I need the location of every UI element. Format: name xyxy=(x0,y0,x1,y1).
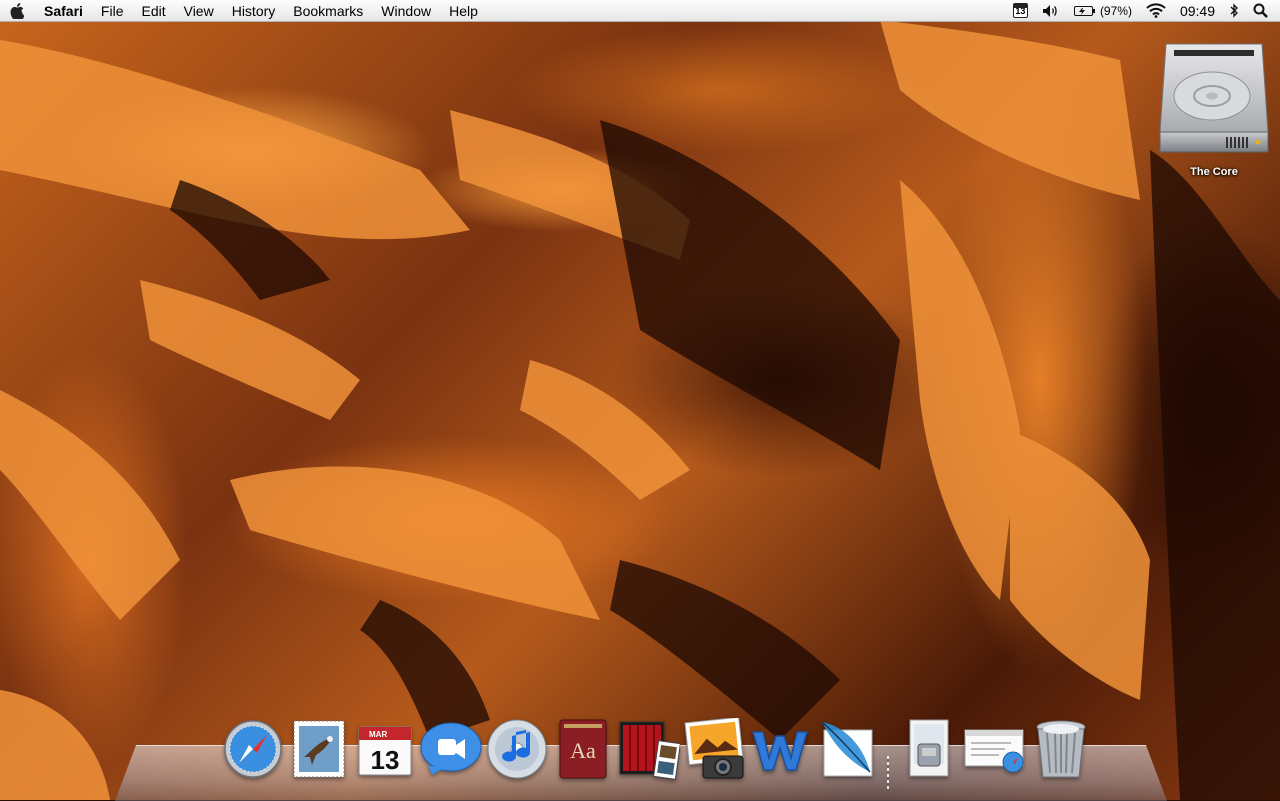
trash-icon xyxy=(1036,720,1086,778)
dock: MAR 13 Aa xyxy=(220,712,1094,792)
status-menus: 13 (97%) 09:49 xyxy=(1006,0,1280,21)
desktop-item-label: The Core xyxy=(1190,166,1238,178)
hard-drive-icon xyxy=(1158,40,1270,153)
dock-item-word[interactable] xyxy=(748,716,814,782)
applications-stack-icon xyxy=(909,719,949,777)
front-row-icon xyxy=(619,721,680,780)
ical-icon: MAR 13 xyxy=(358,726,412,776)
menu-view[interactable]: View xyxy=(175,0,223,22)
photoshop-feather-icon xyxy=(821,721,873,777)
dock-separator xyxy=(880,726,896,792)
mail-icon xyxy=(293,720,345,778)
dock-item-front-row[interactable] xyxy=(616,716,682,782)
dictionary-glyph: Aa xyxy=(570,738,596,763)
menu-help[interactable]: Help xyxy=(440,0,487,22)
desktop-item-the-core[interactable]: The Core xyxy=(1156,40,1272,178)
menu-app-name[interactable]: Safari xyxy=(34,0,92,22)
facetime-icon xyxy=(420,722,482,775)
menu-edit[interactable]: Edit xyxy=(132,0,174,22)
bluetooth-icon[interactable] xyxy=(1222,0,1246,21)
dock-item-photoshop[interactable] xyxy=(814,716,880,782)
iphoto-icon xyxy=(684,718,744,779)
itunes-icon xyxy=(487,719,547,779)
desktop-wallpaper xyxy=(0,0,1280,800)
battery-status-item[interactable]: (97%) xyxy=(1067,0,1139,21)
dock-item-facetime[interactable] xyxy=(418,716,484,782)
calendar-status-item[interactable]: 13 xyxy=(1006,0,1035,21)
calendar-icon: 13 xyxy=(1012,3,1028,18)
battery-icon xyxy=(1073,5,1095,16)
menu-file[interactable]: File xyxy=(92,0,133,22)
dock-item-itunes[interactable] xyxy=(484,716,550,782)
menu-bookmarks[interactable]: Bookmarks xyxy=(284,0,372,22)
apple-menu-icon[interactable] xyxy=(0,2,34,19)
documents-stack-icon xyxy=(964,729,1024,773)
dock-item-dictionary[interactable]: Aa xyxy=(550,716,616,782)
dock-item-ical[interactable]: MAR 13 xyxy=(352,716,418,782)
menu-bar: Safari File Edit View History Bookmarks … xyxy=(0,0,1280,22)
clock[interactable]: 09:49 xyxy=(1173,0,1222,21)
dictionary-icon: Aa xyxy=(559,719,607,779)
menu-window[interactable]: Window xyxy=(372,0,440,22)
dock-item-mail[interactable] xyxy=(286,716,352,782)
volume-icon[interactable] xyxy=(1035,0,1067,21)
dock-item-applications-stack[interactable] xyxy=(896,716,962,782)
battery-percent: (97%) xyxy=(1099,3,1132,18)
spotlight-search-icon[interactable] xyxy=(1246,0,1280,21)
wifi-icon[interactable] xyxy=(1139,0,1173,21)
menu-history[interactable]: History xyxy=(223,0,285,22)
dock-item-documents-stack[interactable] xyxy=(962,716,1028,782)
safari-icon xyxy=(224,720,282,778)
dock-item-trash[interactable] xyxy=(1028,716,1094,782)
ical-day: 13 xyxy=(371,745,400,775)
dock-item-safari[interactable] xyxy=(220,716,286,782)
ical-month: MAR xyxy=(369,730,387,739)
dock-item-iphoto[interactable] xyxy=(682,716,748,782)
word-icon xyxy=(752,731,808,771)
